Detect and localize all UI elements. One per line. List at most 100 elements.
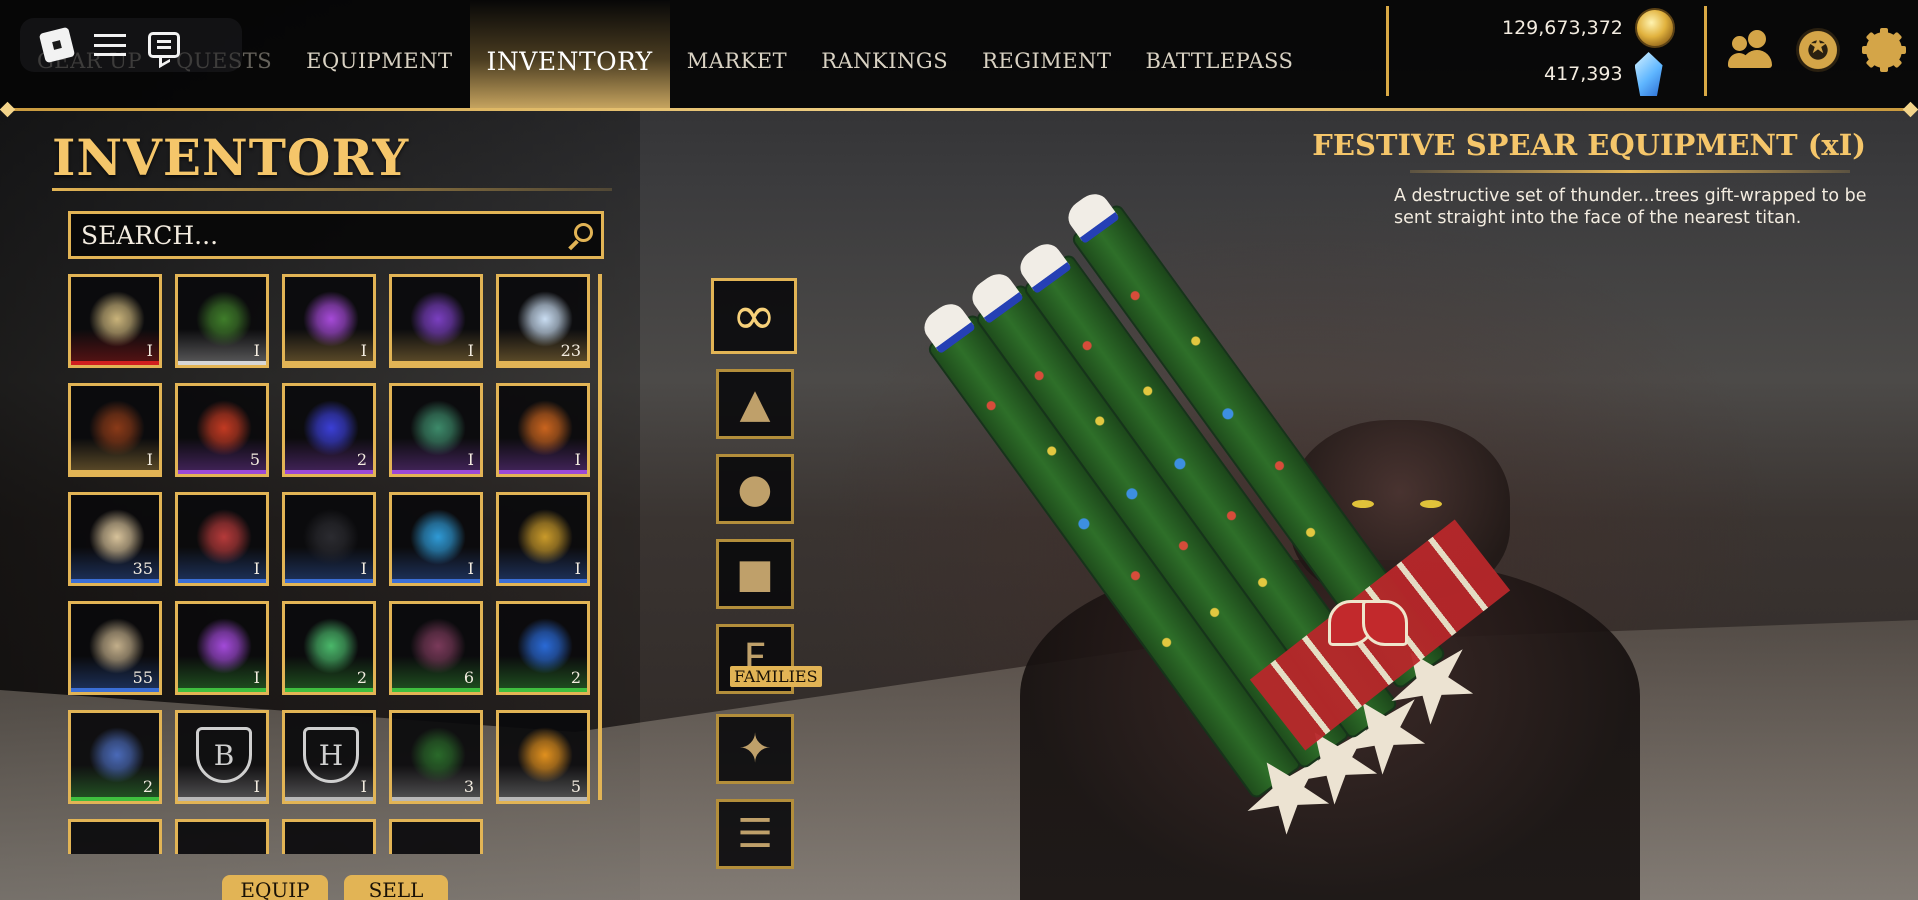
nav-equipment[interactable]: EQUIPMENT [289, 0, 469, 108]
nav-battlepass[interactable]: BATTLEPASS [1129, 0, 1311, 108]
blue-dots-icon [89, 727, 145, 783]
inventory-slot[interactable]: 5 [496, 710, 590, 804]
item-count: 2 [356, 668, 367, 687]
festive-spear-preview [880, 200, 1640, 890]
gift-bow [1328, 600, 1408, 660]
inventory-slot[interactable]: I [68, 383, 162, 477]
chat-icon[interactable] [148, 32, 180, 58]
scroll-icon [89, 509, 145, 565]
inventory-title: INVENTORY [52, 128, 410, 187]
settings-gear-icon[interactable] [1862, 28, 1906, 72]
item-count: I [574, 450, 581, 469]
purple-orb-icon [303, 291, 359, 347]
search-input[interactable] [81, 220, 551, 250]
equip-button[interactable]: EQUIP [222, 875, 328, 900]
item-count: I [146, 341, 153, 360]
item-title: FESTIVE SPEAR EQUIPMENT (xI) [1312, 128, 1866, 162]
search-box [68, 211, 604, 259]
category-list[interactable]: ☰ [716, 799, 794, 869]
inventory-scrollbar[interactable] [598, 274, 602, 800]
inventory-slot[interactable]: HI [282, 710, 376, 804]
orange-device-icon [517, 400, 573, 456]
inventory-slot[interactable]: 35 [68, 492, 162, 586]
item-count: 2 [570, 668, 581, 687]
inventory-slot[interactable]: I [175, 601, 269, 695]
inventory-slot[interactable]: 5 [175, 383, 269, 477]
inventory-slot[interactable]: 2 [282, 383, 376, 477]
nav-market[interactable]: MARKET [670, 0, 805, 108]
category-wizard-hat[interactable]: ▲ [716, 369, 794, 439]
inventory-slot[interactable]: 3 [389, 710, 483, 804]
inventory-slot[interactable]: I [175, 274, 269, 368]
blade-hilt-icon [89, 618, 145, 674]
item-count: 5 [570, 777, 581, 796]
star-badge-icon[interactable] [1796, 28, 1840, 72]
title-underline [52, 188, 612, 191]
inventory-slot[interactable]: 55 [68, 601, 162, 695]
inventory-slot[interactable] [175, 819, 269, 854]
inventory-slot[interactable]: 23 [496, 274, 590, 368]
inventory-slot[interactable]: I [282, 492, 376, 586]
wizard-hat-icon: ▲ [739, 381, 771, 427]
inventory-slot[interactable]: I [496, 492, 590, 586]
category-potion[interactable]: ● [716, 454, 794, 524]
fire-burst-icon [517, 727, 573, 783]
category-chest[interactable]: ■ [716, 539, 794, 609]
inventory-slot[interactable]: I [389, 383, 483, 477]
inventory-slot[interactable]: I [282, 274, 376, 368]
nav-divider [1704, 6, 1707, 96]
top-bar: GEAR UPQUESTSEQUIPMENTINVENTORYMARKETRAN… [0, 0, 1918, 110]
inventory-slot[interactable]: 2 [282, 601, 376, 695]
inventory-slot[interactable]: I [175, 492, 269, 586]
gold-coin-icon [1634, 8, 1675, 48]
inventory-slot[interactable]: 2 [68, 710, 162, 804]
inventory-grid: I I I I 23 I 5 2 I I 35 I I I I 55 I 2 6 2 2 B I H I 3 5 [68, 274, 608, 854]
category-ticket[interactable]: ✦ [716, 714, 794, 784]
blue-sparkle-icon [303, 400, 359, 456]
partial-slot-icon [303, 836, 359, 854]
nav-regiment[interactable]: REGIMENT [965, 0, 1128, 108]
item-count: I [253, 668, 260, 687]
gold-balance: 129,673,372 [1502, 8, 1675, 48]
inventory-slot[interactable]: 2 [496, 601, 590, 695]
item-count: 55 [132, 668, 153, 687]
inventory-slot[interactable]: I [389, 274, 483, 368]
inventory-slot[interactable]: I [68, 274, 162, 368]
partial-slot-icon [196, 836, 252, 854]
item-count: I [253, 777, 260, 796]
roblox-logo-icon[interactable] [38, 26, 76, 64]
sell-button[interactable]: SELL [344, 875, 448, 900]
item-count: 5 [249, 450, 260, 469]
cyan-sparkle-icon [410, 509, 466, 565]
inventory-slot[interactable]: I [496, 383, 590, 477]
item-count: I [360, 341, 367, 360]
top-bar-divider [8, 108, 1910, 111]
partial-slot-icon [89, 836, 145, 854]
nav-inventory[interactable]: INVENTORY [469, 0, 670, 108]
hamburger-menu-icon[interactable] [94, 34, 126, 56]
item-count: 6 [463, 668, 474, 687]
inventory-slot[interactable]: BI [175, 710, 269, 804]
inventory-grid-viewport[interactable]: I I I I 23 I 5 2 I I 35 I I I I 55 I 2 6 2 2 B I H I 3 5 [68, 274, 608, 854]
item-count: I [360, 777, 367, 796]
gold-amount: 129,673,372 [1502, 17, 1623, 39]
item-count: 3 [463, 777, 474, 796]
chest-icon: ■ [736, 551, 774, 597]
nav-rankings[interactable]: RANKINGS [804, 0, 965, 108]
friends-icon[interactable] [1728, 28, 1776, 72]
item-count: 23 [560, 341, 581, 360]
search-icon[interactable] [567, 223, 593, 251]
item-count: I [253, 559, 260, 578]
potion-icon: ● [737, 466, 773, 512]
wreath-icon [89, 291, 145, 347]
inventory-slot[interactable]: I [389, 492, 483, 586]
inventory-slot[interactable] [389, 819, 483, 854]
category-all-infinity[interactable]: ∞ [711, 278, 797, 354]
inventory-slot[interactable] [68, 819, 162, 854]
roblox-menu [20, 18, 242, 72]
inventory-slot[interactable]: 6 [389, 601, 483, 695]
families-label: FAMILIES [730, 666, 822, 687]
small-figure-icon [89, 400, 145, 456]
red-key-icon [196, 400, 252, 456]
inventory-slot[interactable] [282, 819, 376, 854]
